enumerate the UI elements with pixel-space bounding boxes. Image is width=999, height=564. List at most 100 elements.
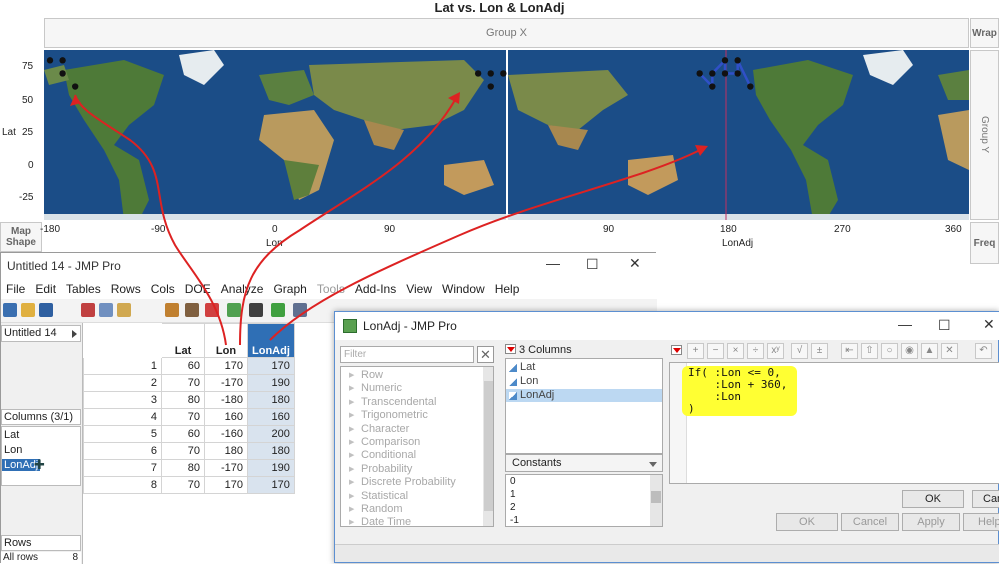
peel-icon[interactable]: ⇧: [861, 343, 878, 359]
table-cell[interactable]: 70: [161, 408, 205, 426]
negate-icon[interactable]: ±: [811, 343, 828, 359]
constant-item[interactable]: 2: [510, 502, 516, 513]
table-row[interactable]: 3 80 -180 180: [83, 391, 295, 409]
lonadj-data-point[interactable]: [721, 70, 729, 77]
menu-graph[interactable]: Graph: [268, 279, 311, 299]
column-item-lon[interactable]: Lon: [520, 375, 538, 388]
filter-input[interactable]: Filter: [340, 346, 474, 363]
group-icon[interactable]: ◉: [901, 343, 918, 359]
function-category-item[interactable]: Discrete Probability: [349, 476, 456, 488]
table-row[interactable]: 4 70 160 160: [83, 408, 295, 426]
minimize-icon[interactable]: —: [898, 316, 912, 332]
lon-data-point[interactable]: [46, 57, 54, 64]
lon-data-point[interactable]: [59, 57, 66, 64]
close-icon[interactable]: ✕: [983, 316, 995, 333]
table-cell[interactable]: 170: [247, 476, 295, 494]
menu-analyze[interactable]: Analyze: [216, 279, 269, 299]
formula-editor[interactable]: If( :Lon <= 0, :Lon + 360, :Lon ) OK Can…: [669, 362, 999, 508]
maximize-icon[interactable]: ☐: [586, 256, 599, 273]
lonadj-data-point[interactable]: [709, 83, 716, 90]
menu-view[interactable]: View: [401, 279, 437, 299]
table-row[interactable]: 6 70 180 180: [83, 442, 295, 460]
table-cell[interactable]: 160: [204, 408, 248, 426]
column-item-lat[interactable]: Lat: [520, 361, 535, 374]
lonadj-data-point[interactable]: [696, 70, 703, 77]
copy-icon[interactable]: [99, 303, 113, 317]
table-cell[interactable]: 160: [247, 408, 295, 426]
fit-model-icon[interactable]: [249, 303, 263, 317]
fit-y-by-x-icon[interactable]: [227, 303, 241, 317]
function-category-item[interactable]: Transcendental: [349, 396, 436, 408]
open-icon[interactable]: [21, 303, 35, 317]
table-panel[interactable]: Untitled 14: [1, 325, 81, 342]
undo-icon[interactable]: ↶: [975, 343, 992, 359]
lonadj-data-point[interactable]: [747, 83, 754, 90]
formula-plus-icon[interactable]: ✚: [34, 457, 45, 473]
table-cell[interactable]: 70: [161, 442, 205, 460]
table-cell[interactable]: 200: [247, 425, 295, 443]
menu-doe[interactable]: DOE: [180, 279, 216, 299]
table-cell[interactable]: 170: [247, 357, 295, 375]
row-number[interactable]: 1: [83, 357, 162, 375]
function-categories-list[interactable]: RowNumeric TranscendentalTrigonometric Cha…: [340, 366, 494, 527]
columns-list[interactable]: Lat Lon LonAdj: [505, 358, 663, 454]
function-category-item[interactable]: Row: [349, 369, 383, 381]
column-list-item-lon[interactable]: Lon: [4, 444, 22, 456]
root-icon[interactable]: √: [791, 343, 808, 359]
menu-edit[interactable]: Edit: [30, 279, 61, 299]
column-header-lat[interactable]: Lat: [161, 323, 205, 358]
multiply-icon[interactable]: ×: [727, 343, 744, 359]
lon-data-point[interactable]: [487, 83, 494, 90]
cancel-button-inner[interactable]: Cance: [972, 490, 999, 508]
power-icon[interactable]: xʸ: [767, 343, 784, 359]
insert-icon[interactable]: ⇤: [841, 343, 858, 359]
function-category-item[interactable]: Trigonometric: [349, 409, 428, 421]
formula-line[interactable]: ): [688, 402, 695, 415]
menu-help[interactable]: Help: [490, 279, 525, 299]
column-header-lonadj[interactable]: LonAdj: [247, 323, 295, 358]
table-cell[interactable]: 180: [204, 442, 248, 460]
function-category-item[interactable]: Character: [349, 423, 409, 435]
subtract-icon[interactable]: −: [707, 343, 724, 359]
constant-item[interactable]: 1: [510, 489, 516, 500]
function-category-item[interactable]: Random: [349, 503, 402, 515]
param-icon[interactable]: ▲: [921, 343, 938, 359]
formula-menu-icon[interactable]: [671, 345, 682, 355]
function-category-item[interactable]: Statistical: [349, 490, 408, 502]
table-cell[interactable]: 180: [247, 442, 295, 460]
columns-panel-header[interactable]: Columns (3/1): [1, 409, 81, 425]
menu-file[interactable]: File: [1, 279, 30, 299]
table-cell[interactable]: 190: [247, 374, 295, 392]
menu-rows[interactable]: Rows: [106, 279, 146, 299]
table-row[interactable]: 7 80 -170 190: [83, 459, 295, 477]
paste-icon[interactable]: [117, 303, 131, 317]
maximize-icon[interactable]: ☐: [938, 317, 951, 334]
function-category-item[interactable]: Date Time: [349, 516, 411, 526]
delete-icon[interactable]: ✕: [941, 343, 958, 359]
formula-dialog-titlebar[interactable]: LonAdj - JMP Pro — ☐ ✕: [335, 312, 999, 340]
function-category-item[interactable]: Numeric: [349, 382, 402, 394]
table-cell[interactable]: 190: [247, 459, 295, 477]
cancel-button[interactable]: Cancel: [841, 513, 899, 531]
constant-item[interactable]: -1: [510, 515, 519, 526]
table-cell[interactable]: 70: [161, 374, 205, 392]
lonadj-data-point[interactable]: [709, 70, 716, 77]
menu-window[interactable]: Window: [437, 279, 490, 299]
table-cell[interactable]: -170: [204, 374, 248, 392]
lonadj-data-point[interactable]: [721, 57, 729, 64]
local-icon[interactable]: ○: [881, 343, 898, 359]
apply-button[interactable]: Apply: [902, 513, 960, 531]
table-cell[interactable]: 170: [204, 357, 248, 375]
table-cell[interactable]: 180: [247, 391, 295, 409]
lonadj-data-point[interactable]: [734, 57, 741, 64]
table-cell[interactable]: -160: [204, 425, 248, 443]
data-table-titlebar[interactable]: Untitled 14 - JMP Pro — ☐ ✕: [1, 253, 657, 279]
columns-menu-icon[interactable]: [505, 344, 516, 354]
row-number[interactable]: 8: [83, 476, 162, 494]
constants-list[interactable]: 0 1 2 -1: [505, 474, 663, 527]
row-number[interactable]: 2: [83, 374, 162, 392]
table-cell[interactable]: 70: [161, 476, 205, 494]
formula-line[interactable]: :Lon: [688, 390, 741, 403]
column-item-lonadj[interactable]: LonAdj: [506, 389, 662, 402]
function-category-item[interactable]: Conditional: [349, 449, 416, 461]
